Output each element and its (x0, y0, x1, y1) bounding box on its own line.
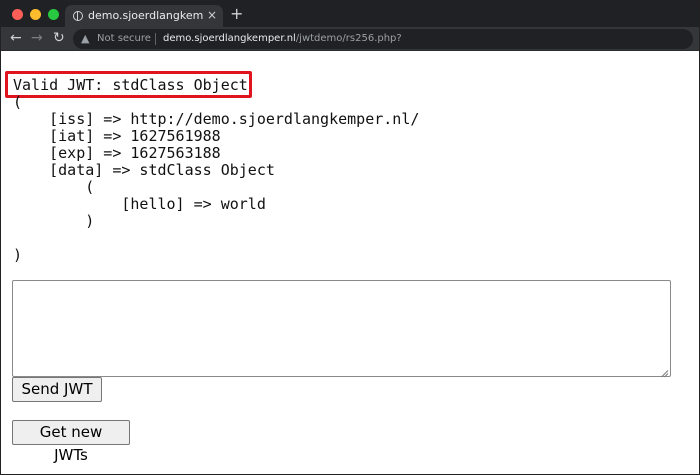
reload-icon[interactable]: ↻ (53, 30, 65, 46)
output-line: [iat] => 1627561988 (13, 127, 221, 145)
url-text[interactable]: demo.sjoerdlangkemper.nl/jwtdemo/rs256.p… (163, 33, 402, 44)
browser-toolbar: ← → ↻ ▲ Not secure demo.sjoerdlangkemper… (1, 27, 699, 51)
warning-triangle-icon[interactable]: ▲ (81, 32, 89, 46)
screenshot-frame: demo.sjoerdlangkemper.nl × + ← → ↻ ▲ Not… (0, 0, 700, 475)
address-bar[interactable]: ▲ Not secure demo.sjoerdlangkemper.nl/jw… (73, 29, 693, 49)
new-tab-icon[interactable]: + (230, 5, 243, 23)
send-jwt-button[interactable]: Send JWT (12, 377, 102, 402)
jwt-textarea[interactable] (12, 280, 671, 377)
output-line: ( (13, 178, 95, 196)
url-host: demo.sjoerdlangkemper.nl (163, 33, 296, 44)
tab-title: demo.sjoerdlangkemper.nl (88, 9, 203, 22)
output-line: [data] => stdClass Object (13, 161, 275, 179)
window-maximize-icon[interactable] (48, 9, 59, 20)
tab-close-icon[interactable]: × (207, 8, 217, 22)
output-line-status: Valid JWT: stdClass Object (13, 76, 248, 94)
output-line: ( (13, 93, 23, 111)
url-path: /jwtdemo/rs256.php? (295, 33, 402, 44)
resize-handle-icon[interactable] (660, 366, 668, 374)
browser-tab-bar: demo.sjoerdlangkemper.nl × + (1, 1, 699, 27)
output-line: ) (13, 212, 95, 230)
output-line: [hello] => world (13, 195, 266, 213)
back-arrow-icon[interactable]: ← (10, 30, 22, 46)
globe-icon (73, 11, 83, 21)
address-divider (155, 33, 156, 45)
output-line: ) (13, 246, 23, 264)
forward-arrow-icon[interactable]: → (31, 30, 43, 46)
browser-tab[interactable]: demo.sjoerdlangkemper.nl × (65, 5, 223, 27)
page-content: Valid JWT: stdClass Object ( [iss] => ht… (1, 51, 699, 474)
window-minimize-icon[interactable] (30, 9, 41, 20)
security-status-label[interactable]: Not secure (97, 33, 151, 44)
get-new-jwts-button[interactable]: Get new JWTs (12, 420, 130, 464)
output-line: [iss] => http://demo.sjoerdlangkemper.nl… (13, 110, 420, 128)
output-line: [exp] => 1627563188 (13, 144, 221, 162)
window-close-icon[interactable] (12, 9, 23, 20)
